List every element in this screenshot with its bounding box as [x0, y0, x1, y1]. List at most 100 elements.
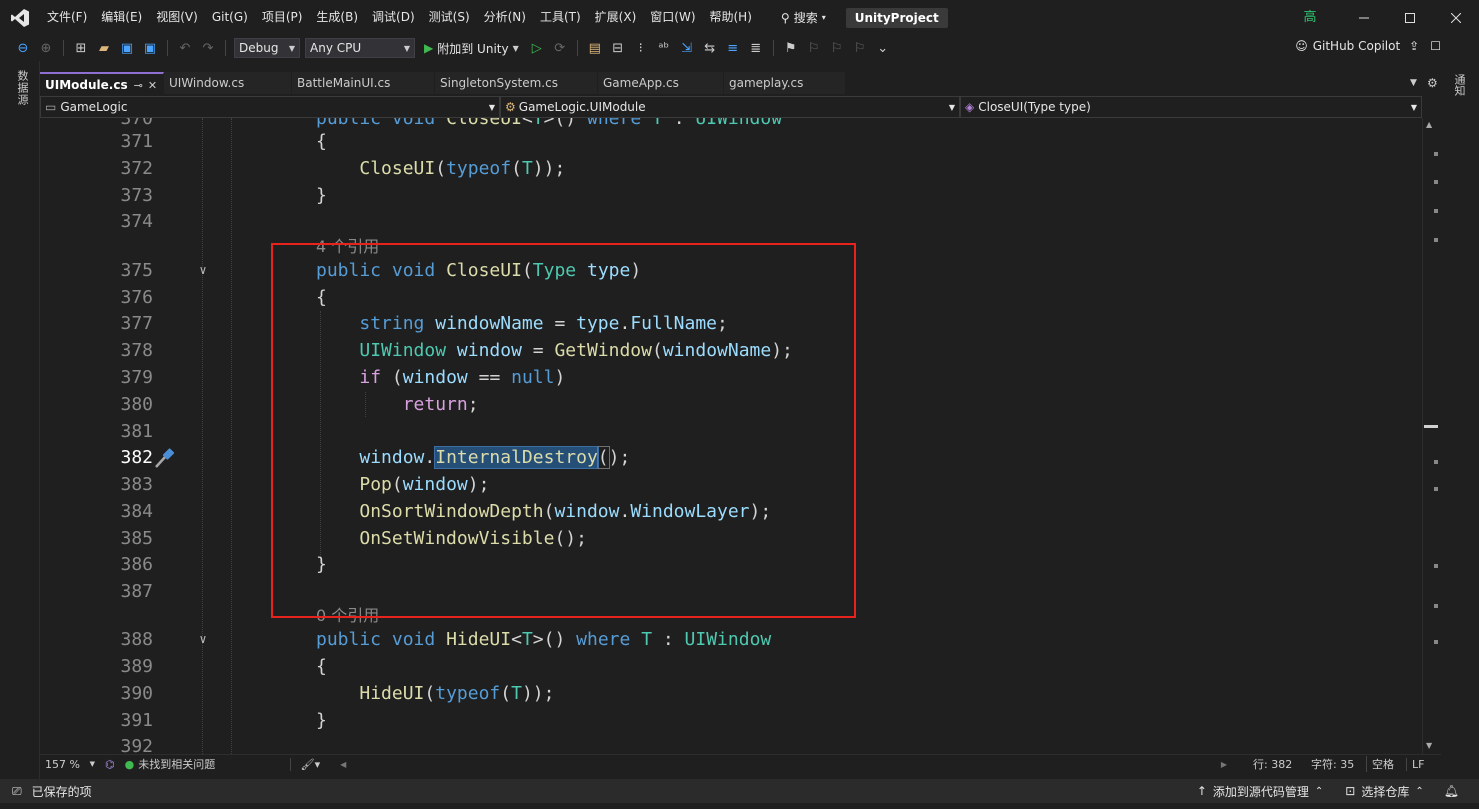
- collapse-chevron-icon[interactable]: ∨: [196, 626, 210, 653]
- prev-bookmark-icon[interactable]: ⚐: [805, 39, 823, 57]
- attach-unity-label: 附加到 Unity: [437, 41, 509, 56]
- code-text: return;: [402, 394, 479, 415]
- code-cleanup-icon[interactable]: 🖌▾: [289, 757, 326, 771]
- add-to-source-control-button[interactable]: ↑ 添加到源代码管理 ⌃: [1197, 783, 1323, 800]
- line-indicator[interactable]: 行: 382: [1248, 756, 1306, 772]
- hot-reload-icon[interactable]: ⟳: [551, 39, 569, 57]
- step-over-icon[interactable]: ⇆: [701, 39, 719, 57]
- scroll-right-arrow-icon[interactable]: ▶: [1216, 760, 1232, 769]
- tab-battlemainui[interactable]: BattleMainUI.cs: [292, 72, 435, 94]
- references-codelens[interactable]: 0 个引用: [316, 602, 379, 629]
- github-copilot-button[interactable]: ☺ GitHub Copilot ⇪ ☐: [1295, 39, 1441, 53]
- navigate-back-icon[interactable]: ⊖: [14, 39, 32, 57]
- platform-dropdown[interactable]: Any CPU ▼: [305, 38, 415, 58]
- tab-gameapp[interactable]: GameApp.cs: [598, 72, 724, 94]
- issues-indicator[interactable]: ● 未找到相关问题: [120, 756, 290, 772]
- navigation-bar: ▭ GameLogic ▼ ⚙ GameLogic.UIModule ▼ ◈ C…: [40, 96, 1422, 118]
- line-ending-indicator[interactable]: LF: [1406, 757, 1438, 771]
- pin-icon[interactable]: ⊸: [134, 79, 143, 92]
- search-button[interactable]: ⚲ 搜索 ▾: [773, 9, 834, 26]
- save-icon[interactable]: ▣: [118, 39, 136, 57]
- code-line: 385 OnSetWindowVisible();: [40, 525, 1422, 552]
- code-text: }: [316, 554, 327, 575]
- menu-analyze[interactable]: 分析(N): [477, 0, 533, 35]
- open-folder-icon[interactable]: ▰: [95, 39, 113, 57]
- clear-bookmarks-icon[interactable]: ⚐: [851, 39, 869, 57]
- feedback-icon[interactable]: ☐: [1430, 39, 1441, 53]
- member-dropdown[interactable]: ◈ CloseUI(Type type) ▼: [960, 96, 1422, 118]
- menu-debug[interactable]: 调试(D): [365, 0, 422, 35]
- close-icon[interactable]: ✕: [148, 79, 157, 92]
- menu-test[interactable]: 测试(S): [422, 0, 477, 35]
- chevron-down-icon: ▼: [948, 102, 955, 112]
- separator: [167, 40, 168, 56]
- step-into-icon[interactable]: ⇲: [678, 39, 696, 57]
- column-indicator[interactable]: 字符: 35: [1306, 756, 1366, 772]
- tab-singletonsystem[interactable]: SingletonSystem.cs: [435, 72, 598, 94]
- save-all-icon[interactable]: ▣: [141, 39, 159, 57]
- menu-edit[interactable]: 编辑(E): [94, 0, 149, 35]
- menu-window[interactable]: 窗口(W): [643, 0, 702, 35]
- code-text: }: [316, 185, 327, 206]
- window-bottom-edge: [0, 803, 1479, 809]
- gear-icon[interactable]: ⚙: [1427, 76, 1438, 90]
- spacing-indicator[interactable]: 空格: [1366, 756, 1406, 772]
- format-icon[interactable]: ⁝: [632, 39, 650, 57]
- redo-icon[interactable]: ↷: [199, 39, 217, 57]
- tab-uimodule[interactable]: UIModule.cs ⊸ ✕: [40, 72, 164, 96]
- tab-list-dropdown-icon[interactable]: ▼: [1410, 78, 1417, 88]
- tab-uiwindow[interactable]: UIWindow.cs: [164, 72, 292, 94]
- scroll-down-arrow-icon[interactable]: ▼: [1426, 741, 1432, 750]
- data-sources-tab[interactable]: 数据源: [14, 70, 30, 106]
- toolbar-overflow-icon[interactable]: ⌄: [874, 39, 892, 57]
- menu-tools[interactable]: 工具(T): [533, 0, 588, 35]
- next-bookmark-icon[interactable]: ⚐: [828, 39, 846, 57]
- new-project-icon[interactable]: ⊞: [72, 39, 90, 57]
- quick-actions-screwdriver-icon[interactable]: [153, 447, 177, 469]
- maximize-button[interactable]: [1387, 0, 1433, 35]
- bookmark-icon[interactable]: ⚑: [782, 39, 800, 57]
- menu-view[interactable]: 视图(V): [149, 0, 205, 35]
- code-editor[interactable]: 370 public void CloseUI<T>() where T : U…: [40, 118, 1422, 754]
- class-dropdown[interactable]: ⚙ GameLogic.UIModule ▼: [500, 96, 960, 118]
- attach-unity-button[interactable]: ▶ 附加到 Unity ▼: [420, 40, 523, 57]
- line-number: 384: [120, 501, 153, 522]
- zoom-dropdown[interactable]: 157 % ▼: [40, 758, 100, 771]
- class-value: GameLogic.UIModule: [518, 100, 646, 114]
- menu-project[interactable]: 项目(P): [255, 0, 310, 35]
- solution-explorer-icon[interactable]: ▤: [586, 39, 604, 57]
- layout-icon[interactable]: ⊟: [609, 39, 627, 57]
- scroll-up-arrow-icon[interactable]: ▲: [1426, 120, 1432, 129]
- share-icon[interactable]: ⇪: [1409, 39, 1419, 53]
- navigate-forward-icon[interactable]: ⊕: [37, 39, 55, 57]
- user-avatar[interactable]: 高: [1300, 8, 1320, 28]
- code-line: 389 {: [40, 653, 1422, 680]
- tab-gameplay[interactable]: gameplay.cs: [724, 72, 846, 94]
- uncomment-icon[interactable]: ≣: [747, 39, 765, 57]
- project-dropdown[interactable]: ▭ GameLogic ▼: [40, 96, 500, 118]
- minimize-button[interactable]: [1341, 0, 1387, 35]
- scroll-marker: [1434, 238, 1438, 242]
- undo-icon[interactable]: ↶: [176, 39, 194, 57]
- select-repository-button[interactable]: ⊡ 选择仓库 ⌃: [1345, 783, 1423, 800]
- menu-build[interactable]: 生成(B): [309, 0, 365, 35]
- comment-icon[interactable]: ≡: [724, 39, 742, 57]
- notification-bell-icon[interactable]: 🔔︎: [1444, 784, 1459, 798]
- start-without-debug-icon[interactable]: ▷: [528, 39, 546, 57]
- vertical-scrollbar[interactable]: [1422, 118, 1441, 754]
- spellcheck-icon[interactable]: ᵃᵇ: [655, 39, 673, 57]
- menu-git[interactable]: Git(G): [205, 0, 255, 35]
- references-codelens[interactable]: 4 个引用: [316, 233, 379, 260]
- scroll-left-arrow-icon[interactable]: ◀: [335, 760, 351, 769]
- menu-file[interactable]: 文件(F): [40, 0, 94, 35]
- menu-help[interactable]: 帮助(H): [703, 0, 759, 35]
- tab-label: UIModule.cs: [45, 78, 128, 92]
- notifications-tab[interactable]: 通知: [1451, 74, 1467, 96]
- close-window-button[interactable]: [1433, 0, 1479, 35]
- visual-studio-logo-icon: [0, 0, 40, 35]
- collapse-chevron-icon[interactable]: ∨: [196, 257, 210, 284]
- copilot-status-icon[interactable]: ⌬: [100, 758, 120, 771]
- line-number: 378: [120, 340, 153, 361]
- configuration-dropdown[interactable]: Debug ▼: [234, 38, 300, 58]
- menu-extensions[interactable]: 扩展(X): [588, 0, 644, 35]
